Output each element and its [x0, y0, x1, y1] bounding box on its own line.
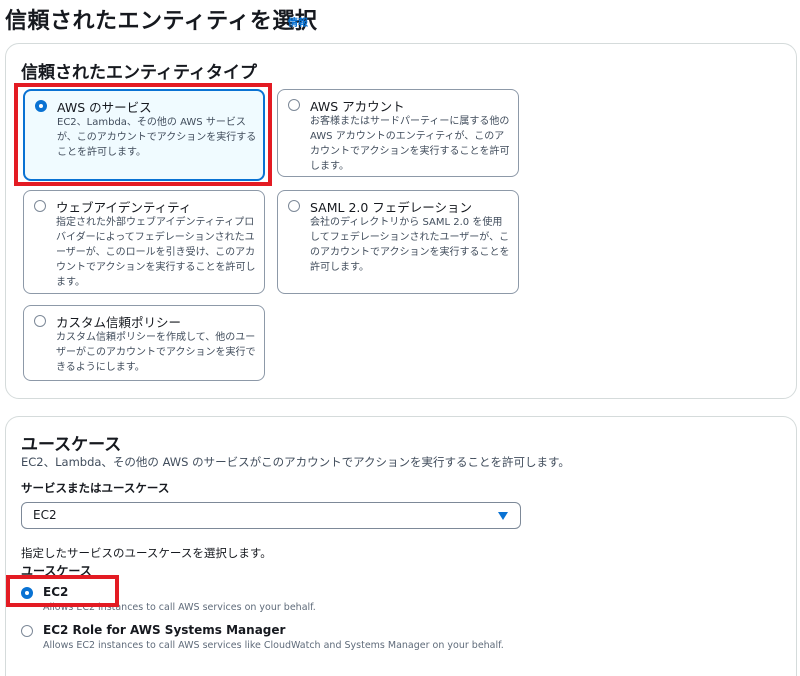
- tile-web-identity-title: ウェブアイデンティティ: [56, 200, 192, 215]
- tile-custom-trust-policy-title: カスタム信頼ポリシー: [56, 315, 182, 330]
- tile-aws-service-desc: EC2、Lambda、その他の AWS サービスが、このアカウントでアクションを…: [57, 117, 257, 158]
- usecase-option-ec2-desc: Allows EC2 instances to call AWS service…: [43, 602, 316, 613]
- info-link[interactable]: 情報: [288, 14, 308, 29]
- tile-aws-account-desc: お客様またはサードパーティーに属する他の AWS アカウントのエンティティが、こ…: [310, 116, 510, 172]
- radio-usecase-ec2[interactable]: [21, 587, 33, 599]
- radio-custom-trust-policy[interactable]: [34, 315, 46, 327]
- usecase-section-title: ユースケース: [21, 435, 122, 455]
- page-title: 信頼されたエンティティを選択: [5, 9, 318, 34]
- tile-aws-service-title: AWS のサービス: [57, 100, 152, 115]
- tile-saml-federation[interactable]: SAML 2.0 フェデレーション 会社のディレクトリから SAML 2.0 を…: [277, 190, 519, 294]
- service-select-value: EC2: [33, 508, 57, 522]
- trusted-entity-section-title: 信頼されたエンティティタイプ: [21, 63, 257, 83]
- tile-aws-service[interactable]: AWS のサービス EC2、Lambda、その他の AWS サービスが、このアカ…: [23, 89, 265, 181]
- tile-web-identity-desc: 指定された外部ウェブアイデンティティプロバイダーによってフェデレーションされたユ…: [56, 217, 256, 288]
- service-select[interactable]: EC2: [21, 502, 521, 529]
- service-field-label: サービスまたはユースケース: [21, 481, 170, 495]
- radio-aws-account[interactable]: [288, 99, 300, 111]
- tile-custom-trust-policy-desc: カスタム信頼ポリシーを作成して、他のユーザーがこのアカウントでアクションを実行で…: [56, 332, 256, 373]
- choose-usecase-text: 指定したサービスのユースケースを選択します。: [21, 546, 272, 560]
- radio-web-identity[interactable]: [34, 200, 46, 212]
- usecase-option-ec2-ssm-title: EC2 Role for AWS Systems Manager: [43, 623, 286, 637]
- tile-saml-federation-desc: 会社のディレクトリから SAML 2.0 を使用してフェデレーションされたユーザ…: [310, 217, 510, 273]
- radio-saml-federation[interactable]: [288, 200, 300, 212]
- radio-usecase-ec2-ssm[interactable]: [21, 625, 33, 637]
- tile-saml-federation-title: SAML 2.0 フェデレーション: [310, 200, 473, 215]
- tile-aws-account[interactable]: AWS アカウント お客様またはサードパーティーに属する他の AWS アカウント…: [277, 89, 519, 177]
- tile-aws-account-title: AWS アカウント: [310, 99, 405, 114]
- tile-custom-trust-policy[interactable]: カスタム信頼ポリシー カスタム信頼ポリシーを作成して、他のユーザーがこのアカウン…: [23, 305, 265, 381]
- usecase-description: EC2、Lambda、その他の AWS のサービスがこのアカウントでアクションを…: [21, 455, 570, 469]
- tile-web-identity[interactable]: ウェブアイデンティティ 指定された外部ウェブアイデンティティプロバイダーによって…: [23, 190, 265, 294]
- usecase-label: ユースケース: [21, 564, 92, 578]
- radio-aws-service[interactable]: [35, 100, 47, 112]
- usecase-option-ec2-ssm-desc: Allows EC2 instances to call AWS service…: [43, 640, 504, 651]
- caret-down-icon: [498, 512, 508, 520]
- usecase-option-ec2-title: EC2: [43, 585, 69, 599]
